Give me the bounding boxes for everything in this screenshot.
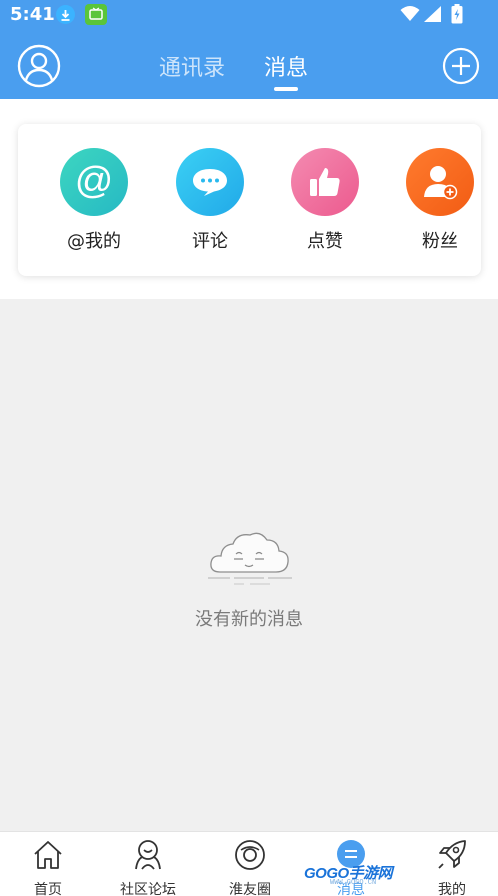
sleepy-cloud-icon <box>208 532 292 585</box>
active-tab-indicator <box>274 87 298 91</box>
friend-circle-icon <box>235 840 265 870</box>
thumbs-up-icon <box>291 148 359 216</box>
like-button[interactable]: 点赞 <box>280 148 370 253</box>
at-me-label: @我的 <box>67 231 121 252</box>
tab-contacts[interactable]: 通讯录 <box>159 50 225 82</box>
at-me-button[interactable]: @ @我的 <box>49 148 139 253</box>
wifi-icon <box>400 6 420 21</box>
app-notification-icon <box>85 4 107 25</box>
nav-friend-circle[interactable]: 淮友圈 <box>210 838 290 896</box>
comment-icon <box>176 148 244 216</box>
nav-home[interactable]: 首页 <box>8 838 88 896</box>
svg-text:@: @ <box>75 160 114 202</box>
battery-icon <box>451 4 463 24</box>
status-bar: 5:41 <box>0 0 498 30</box>
fans-label: 粉丝 <box>422 231 458 252</box>
add-icon[interactable] <box>442 47 480 85</box>
signal-icon <box>424 6 441 22</box>
download-icon <box>56 5 75 24</box>
comment-label: 评论 <box>192 231 228 252</box>
tab-messages[interactable]: 消息 <box>264 50 308 82</box>
message-types-card: @ @我的 评论 点赞 粉丝 <box>18 124 481 276</box>
rocket-icon <box>438 840 466 869</box>
nav-home-label: 首页 <box>34 882 62 896</box>
header: 通讯录 消息 <box>0 30 498 99</box>
bottom-nav: 首页 社区论坛 淮友圈 消息 我的 <box>0 831 498 896</box>
profile-avatar-icon[interactable] <box>17 44 61 88</box>
fans-button[interactable]: 粉丝 <box>395 148 485 253</box>
nav-me-label: 我的 <box>438 882 466 896</box>
status-time: 5:41 <box>10 4 55 25</box>
comment-button[interactable]: 评论 <box>165 148 255 253</box>
at-icon: @ <box>60 148 128 216</box>
home-icon <box>34 841 62 869</box>
watermark-url: WWW.GOGO.CN <box>330 879 377 887</box>
nav-forum-label: 社区论坛 <box>120 882 176 896</box>
add-user-icon <box>406 148 474 216</box>
nav-forum[interactable]: 社区论坛 <box>108 838 188 896</box>
like-label: 点赞 <box>307 231 343 252</box>
nav-me[interactable]: 我的 <box>412 838 492 896</box>
community-icon <box>135 840 161 870</box>
nav-friend-circle-label: 淮友圈 <box>229 882 271 896</box>
empty-state-text: 没有新的消息 <box>195 609 303 630</box>
